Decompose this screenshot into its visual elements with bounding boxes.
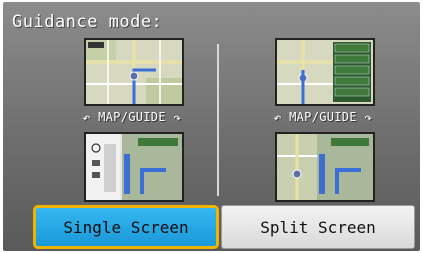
rotate-right-icon: ↷ <box>364 111 373 126</box>
page-title: Guidance mode: <box>12 12 163 32</box>
rotate-left-icon: ↶ <box>82 111 91 126</box>
guidance-mode-screen: Guidance mode: ↶ MAP/GUIDE ↷ ↶ MAP/GUIDE… <box>3 2 420 251</box>
guide-thumbnail <box>84 132 184 202</box>
single-screen-button[interactable]: Single Screen <box>33 205 219 249</box>
map-image <box>86 40 182 104</box>
split-map-guide-caption: ↶ MAP/GUIDE ↷ <box>273 110 373 126</box>
mode-button-row: Single Screen Split Screen <box>33 205 415 251</box>
split-guide-thumbnail <box>275 132 375 202</box>
rotate-right-icon: ↷ <box>173 111 182 126</box>
rotate-left-icon: ↶ <box>273 111 282 126</box>
map-thumbnail <box>84 38 184 106</box>
panel-divider <box>217 44 219 196</box>
single-screen-preview: ↶ MAP/GUIDE ↷ <box>67 38 197 202</box>
guide-image <box>86 134 182 200</box>
split-map-thumbnail <box>275 38 375 106</box>
split-map-image <box>277 40 373 104</box>
split-guide-image <box>277 134 373 200</box>
split-screen-button[interactable]: Split Screen <box>221 205 415 249</box>
map-guide-caption: ↶ MAP/GUIDE ↷ <box>82 110 182 126</box>
split-screen-preview: ↶ MAP/GUIDE ↷ <box>258 38 388 202</box>
